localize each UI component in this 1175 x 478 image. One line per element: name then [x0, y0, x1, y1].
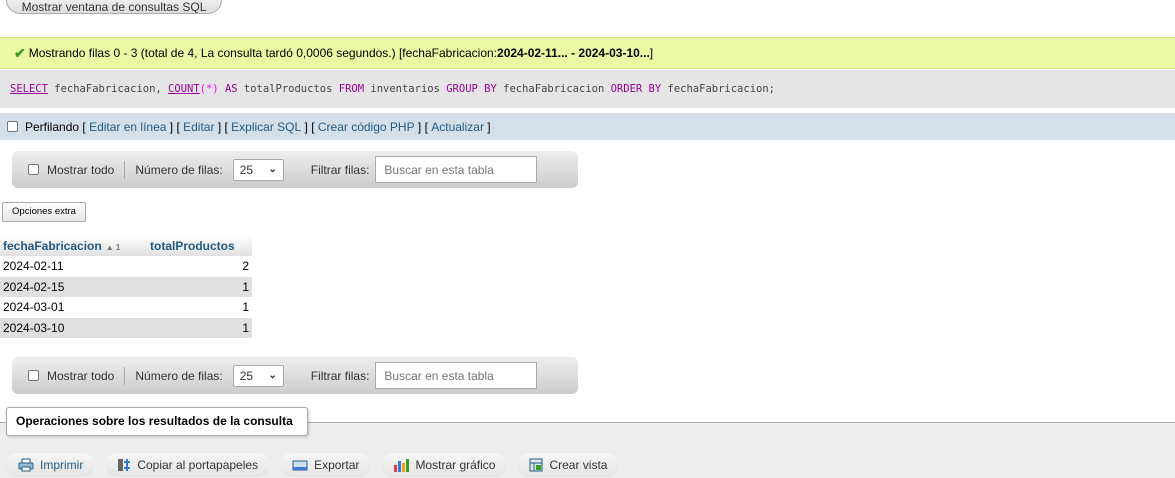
sort-index: 1 [115, 243, 121, 252]
table-row: 2024-02-15 1 [0, 276, 252, 297]
create-view-button[interactable]: Crear vista [517, 453, 620, 477]
sql-text: inventarios [364, 83, 447, 95]
rows-label: Número de filas: [135, 162, 223, 177]
success-message: ✔ Mostrando filas 0 - 3 (total de 4, La … [0, 37, 1175, 69]
show-chart-label: Mostrar gráfico [415, 458, 496, 472]
refresh-link[interactable]: Actualizar [431, 120, 484, 134]
copy-icon [117, 458, 131, 472]
success-suffix: ] [649, 46, 654, 60]
table-row: 2024-02-11 2 [0, 256, 252, 277]
checkmark-icon: ✔ [14, 44, 26, 61]
show-all-checkbox[interactable] [28, 370, 39, 381]
sql-keyword-select[interactable]: SELECT [10, 83, 48, 95]
rows-value: 25 [239, 368, 254, 383]
sql-function-count[interactable]: COUNT [168, 83, 200, 95]
extra-options-button[interactable]: Opciones extra [2, 202, 86, 222]
create-view-icon [529, 458, 543, 472]
cell-total: 1 [147, 317, 252, 338]
sql-text: totalProductos [237, 83, 339, 95]
navigation-bar-top: Mostrar todo Número de filas: 25 ⌄ Filtra… [12, 151, 578, 188]
query-operations-legend: Operaciones sobre los resultados de la c… [6, 407, 308, 436]
navigation-bar-bottom: Mostrar todo Número de filas: 25 ⌄ Filtra… [12, 357, 578, 394]
cell-total: 2 [147, 256, 252, 277]
sql-paren: (*) [199, 83, 219, 95]
table-row: 2024-03-01 1 [0, 297, 252, 318]
sql-query-box[interactable]: SELECT fechaFabricacion, COUNT (*) AS tot… [0, 70, 1175, 108]
cell-fecha: 2024-03-10 [0, 317, 147, 338]
separator [124, 366, 126, 385]
column-label: fechaFabricacion [3, 239, 102, 253]
rows-value: 25 [239, 162, 254, 177]
show-sql-window-button[interactable]: Mostrar ventana de consultas SQL [6, 0, 222, 14]
search-input[interactable] [375, 156, 538, 183]
edit-inline-link[interactable]: Editar en línea [89, 120, 166, 134]
profiling-bar: Perfilando [ Editar en línea ] [ Editar … [0, 113, 1175, 140]
table-row: 2024-03-10 1 [0, 317, 252, 338]
create-php-code-link[interactable]: Crear código PHP [318, 120, 415, 134]
bar-chart-icon [393, 458, 410, 472]
copy-to-clipboard-button[interactable]: Copiar al portapapeles [105, 453, 271, 477]
filter-label: Filtrar filas: [310, 162, 370, 177]
rows-select[interactable]: 25 ⌄ [232, 364, 284, 387]
cell-fecha: 2024-03-01 [0, 297, 147, 318]
profiling-checkbox[interactable] [7, 121, 18, 132]
column-header-fechafabricacion[interactable]: fechaFabricacion ▲ 1 [0, 236, 147, 256]
explain-sql-link[interactable]: Explicar SQL [231, 120, 301, 134]
print-label: Imprimir [40, 458, 84, 472]
printer-icon [18, 458, 34, 472]
results-table: fechaFabricacion ▲ 1 totalProductos 2024-… [0, 236, 252, 338]
sql-text: fechaFabricacion; [661, 83, 775, 95]
sql-text: fechaFabricacion [496, 83, 611, 95]
show-chart-button[interactable]: Mostrar gráfico [381, 453, 508, 477]
cell-total: 1 [147, 276, 252, 297]
sql-keyword-order-by: ORDER BY [610, 83, 662, 95]
filter-label: Filtrar filas: [310, 368, 370, 383]
show-all-label: Mostrar todo [47, 162, 115, 177]
sql-keyword-as: AS [218, 83, 238, 95]
chevron-down-icon: ⌄ [268, 164, 277, 175]
rows-select[interactable]: 25 ⌄ [232, 158, 284, 181]
cell-fecha: 2024-02-15 [0, 276, 147, 297]
sql-text: fechaFabricacion, [47, 83, 169, 95]
success-range: 2024-02-11... - 2024-03-10... [497, 46, 650, 60]
rows-label: Número de filas: [135, 368, 223, 383]
show-all-checkbox[interactable] [28, 164, 39, 175]
sort-asc-icon: ▲ 1 [105, 243, 121, 252]
sql-keyword-group-by: GROUP BY [446, 83, 497, 95]
profiling-label: Perfilando [25, 119, 80, 134]
operations-toolbar: Imprimir Copiar al portapapeles Exportar… [6, 453, 620, 477]
search-input[interactable] [375, 362, 538, 389]
create-view-label: Crear vista [549, 458, 608, 472]
separator [124, 160, 126, 179]
success-text: Mostrando filas 0 - 3 (total de 4, La co… [28, 46, 498, 60]
show-all-label: Mostrar todo [47, 368, 115, 383]
chevron-down-icon: ⌄ [268, 370, 277, 381]
print-button[interactable]: Imprimir [6, 453, 96, 477]
cell-fecha: 2024-02-11 [0, 256, 147, 277]
edit-link[interactable]: Editar [183, 120, 214, 134]
table-header-row: fechaFabricacion ▲ 1 totalProductos [0, 236, 252, 256]
copy-label: Copiar al portapapeles [137, 458, 259, 472]
column-header-totalproductos[interactable]: totalProductos [147, 236, 252, 256]
export-label: Exportar [314, 458, 360, 472]
export-icon [292, 458, 308, 472]
sql-keyword-from: FROM [338, 83, 365, 95]
export-button[interactable]: Exportar [280, 453, 372, 477]
cell-total: 1 [147, 297, 252, 318]
